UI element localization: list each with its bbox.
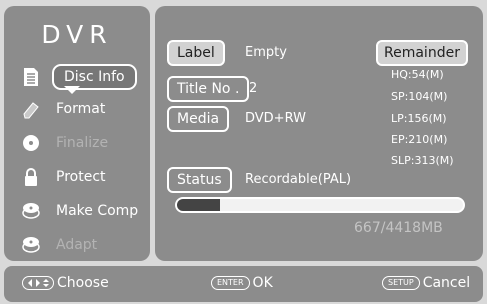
remainder-button[interactable]: Remainder (376, 40, 468, 66)
remainder-lp: LP:156(M) (391, 112, 447, 125)
lock-icon (20, 166, 42, 188)
eraser-icon (20, 98, 42, 120)
menu-item-label: Make Comp (56, 203, 139, 219)
sidebar: DVR Disc Info Format Finalize Protect Ma… (4, 6, 150, 261)
menu-item-label: Protect (56, 169, 106, 185)
title-number-value: 2 (249, 81, 258, 96)
ok-hint: ENTER OK (211, 275, 273, 291)
label-value: Empty (245, 45, 287, 60)
capacity-bar-fill (177, 199, 221, 211)
disc-info-panel: Label Empty Title No . 2 Media DVD+RW St… (155, 6, 483, 261)
menu-item-protect[interactable]: Protect (4, 162, 150, 192)
app-logo: DVR (41, 20, 113, 49)
cancel-label: Cancel (422, 275, 471, 291)
media-value: DVD+RW (245, 111, 306, 126)
status-button[interactable]: Status (167, 167, 232, 193)
remainder-slp: SLP:313(M) (391, 154, 454, 167)
choose-label: Choose (57, 275, 109, 291)
menu-item-finalize[interactable]: Finalize (4, 128, 150, 158)
remainder-ep: EP:210(M) (391, 133, 448, 146)
footer-hints: Choose ENTER OK SETUP Cancel (4, 266, 483, 302)
menu-item-format[interactable]: Format (4, 94, 150, 124)
disc-stack-icon (20, 234, 42, 256)
status-value: Recordable(PAL) (245, 172, 352, 187)
menu-item-adapt[interactable]: Adapt (4, 230, 150, 260)
ok-label: OK (252, 275, 273, 291)
menu-item-label: Adapt (56, 237, 98, 253)
label-button[interactable]: Label (167, 40, 225, 66)
menu-item-label: Format (56, 101, 106, 117)
disc-icon (20, 132, 42, 154)
document-icon (20, 66, 42, 88)
title-number-button[interactable]: Title No . (167, 76, 250, 102)
chevron-down-icon (64, 86, 80, 94)
disc-stack-icon (20, 200, 42, 222)
capacity-bar (175, 197, 465, 213)
cancel-hint: SETUP Cancel (382, 275, 470, 291)
choose-hint: Choose (22, 275, 109, 291)
menu-item-make-comp[interactable]: Make Comp (4, 196, 150, 226)
arrow-keys-icon (22, 276, 54, 290)
remainder-hq: HQ:54(M) (391, 68, 444, 81)
menu-item-label: Finalize (56, 135, 109, 151)
setup-key-badge: SETUP (382, 276, 420, 290)
enter-key-badge: ENTER (211, 276, 250, 290)
capacity-text: 667/4418MB (354, 220, 443, 236)
remainder-sp: SP:104(M) (391, 90, 448, 103)
media-button[interactable]: Media (167, 106, 230, 132)
